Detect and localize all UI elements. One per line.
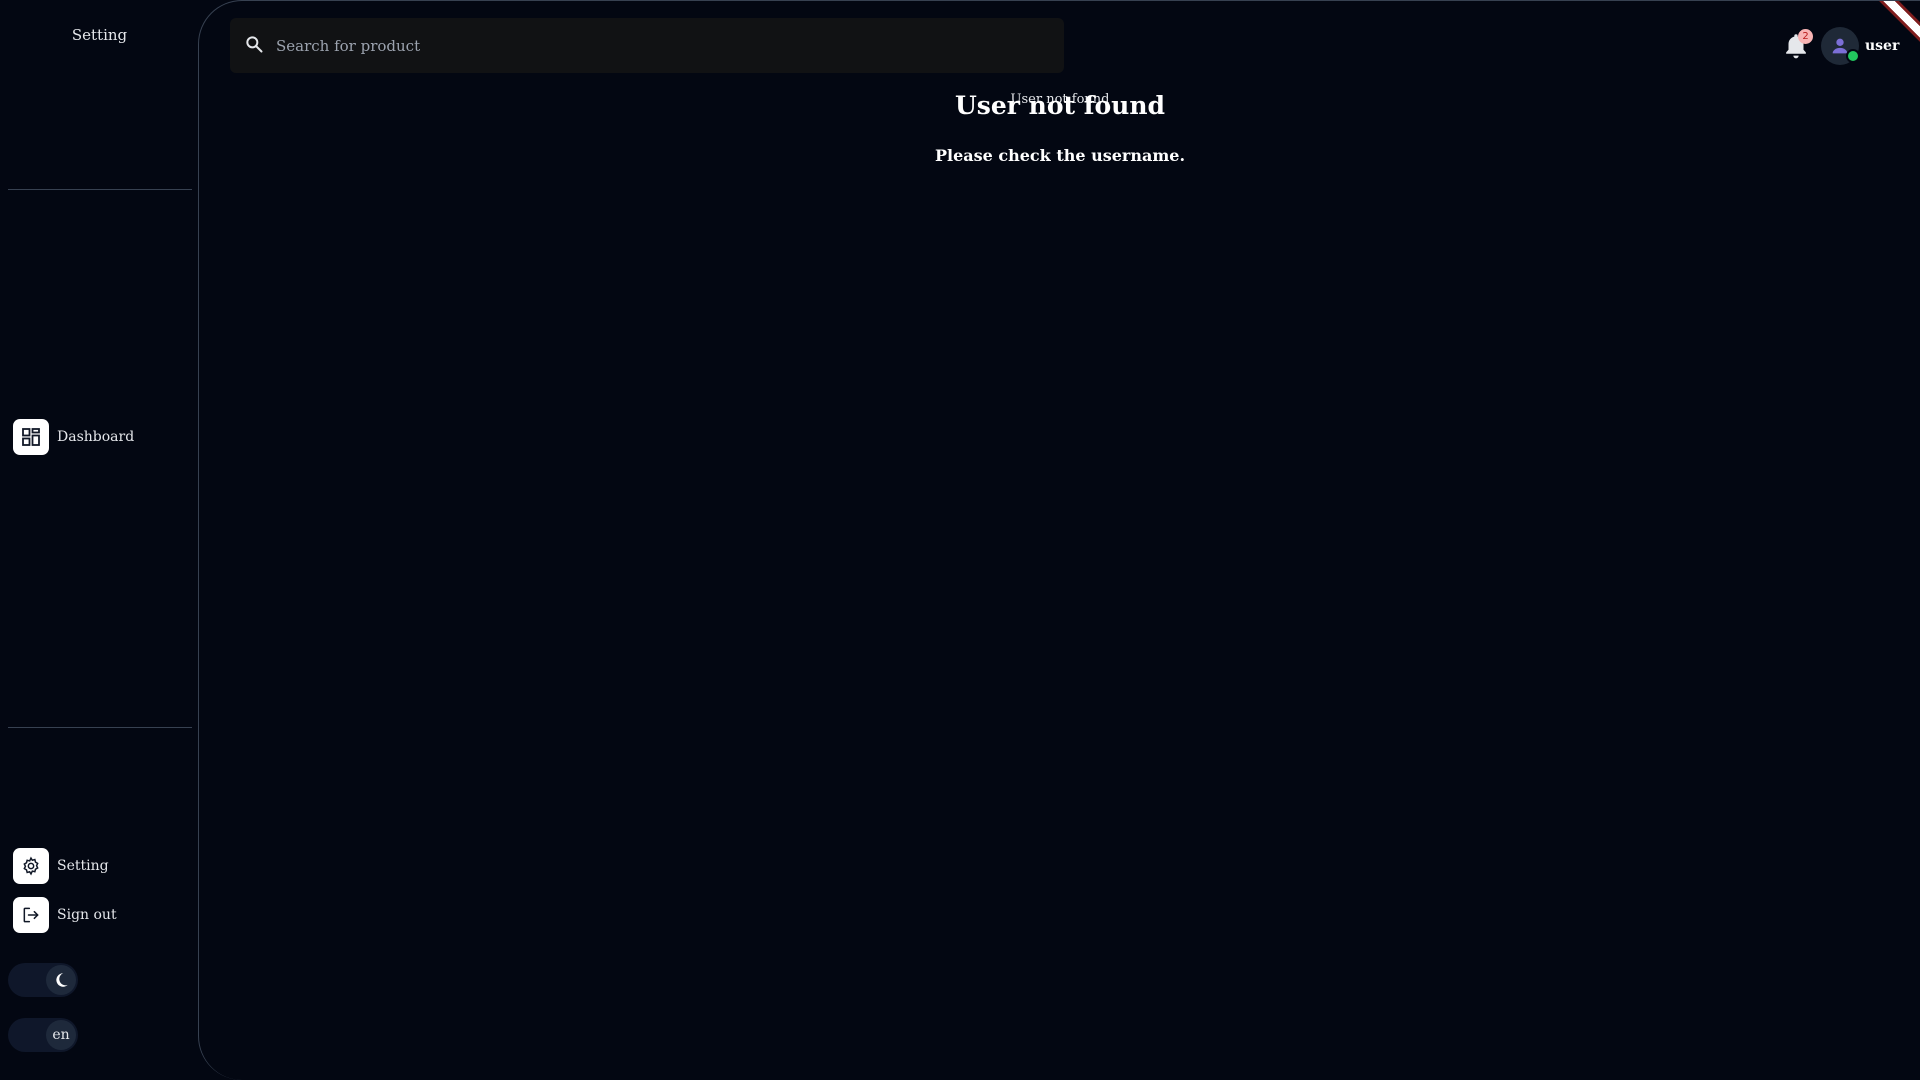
sidebar-divider-bottom (8, 727, 192, 728)
main-panel: 2 user User not found User not found Ple… (198, 0, 1920, 1080)
notification-count-badge: 2 (1798, 29, 1813, 44)
bell-icon (1783, 34, 1809, 65)
theme-toggle[interactable] (8, 963, 78, 997)
search-bar (230, 18, 1064, 73)
error-message: Please check the username. (934, 146, 1186, 165)
moon-icon (46, 965, 76, 995)
online-status-dot (1846, 49, 1860, 63)
sidebar-item-dashboard[interactable]: Dashboard (13, 419, 134, 455)
sidebar-item-label: Dashboard (57, 429, 135, 445)
page-title: User not found (954, 91, 1166, 120)
sidebar-item-signout[interactable]: Sign out (13, 897, 117, 933)
sidebar-title: Setting (71, 26, 128, 44)
sidebar-divider-top (8, 189, 192, 190)
sidebar-item-setting[interactable]: Setting (13, 848, 109, 884)
avatar (1821, 27, 1860, 65)
ribbon-stripe (1864, 1, 1920, 61)
notification-button[interactable]: 2 (1783, 29, 1813, 65)
sidebar-item-label: Setting (57, 858, 109, 874)
language-value: en (46, 1020, 76, 1050)
gear-icon (13, 848, 49, 884)
sidebar: Setting Dashboard Setting Sign out en (0, 0, 199, 1080)
corner-ribbon (1860, 1, 1920, 61)
app-window: Setting Dashboard Setting Sign out en Se… (0, 0, 1920, 1080)
language-toggle[interactable]: en (8, 1018, 78, 1052)
search-icon (244, 34, 264, 58)
sidebar-item-label: Sign out (57, 907, 117, 923)
dashboard-grid-icon (13, 419, 49, 455)
search-input[interactable] (276, 36, 1036, 55)
logout-icon (13, 897, 49, 933)
